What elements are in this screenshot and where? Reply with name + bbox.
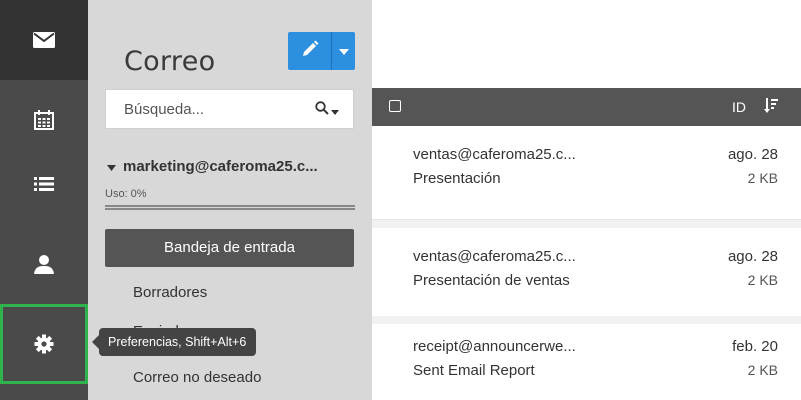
usage-bar [105,205,355,210]
preferences-nav-button[interactable] [0,304,88,384]
message-row[interactable]: receipt@announcerwe... feb. 20 Sent Emai… [372,318,801,400]
sort-descending-icon[interactable] [764,98,778,119]
page-title: Correo [124,46,216,77]
message-subject: Presentación de ventas [413,272,570,289]
calendar-icon [34,110,54,130]
message-sender: ventas@caferoma25.c... [413,146,576,163]
contacts-nav-button[interactable] [0,224,88,304]
chevron-down-icon [331,102,339,120]
usage-label: Uso: 0% [105,188,147,200]
compose-dropdown-button[interactable] [332,32,355,70]
account-header[interactable]: marketing@caferoma25.c... [105,158,355,175]
chevron-down-icon [338,42,349,60]
message-size: 2 KB [747,272,778,288]
message-date: ago. 28 [727,248,778,265]
search-options-button[interactable] [315,101,339,120]
message-subject: Sent Email Report [413,362,535,379]
user-icon [34,254,54,274]
list-icon [34,176,54,192]
compose-button-group [288,32,355,70]
message-list-header: ID [372,88,801,126]
message-date: ago. 28 [727,146,778,163]
message-row[interactable]: ventas@caferoma25.c... ago. 28 Presentac… [372,228,801,322]
message-date: feb. 20 [732,338,778,355]
envelope-icon [33,32,55,48]
message-sender: receipt@announcerwe... [413,338,576,355]
mail-nav-button[interactable] [0,0,88,80]
folder-drafts[interactable]: Borradores [105,274,354,312]
folder-inbox[interactable]: Bandeja de entrada [105,229,354,267]
account-name: marketing@caferoma25.c... [123,158,318,175]
row-divider [372,220,801,228]
tasks-nav-button[interactable] [0,144,88,224]
select-all-checkbox[interactable] [389,100,401,112]
message-subject: Presentación [413,170,501,187]
search-box [105,89,354,129]
message-size: 2 KB [747,170,778,186]
message-list: ID ventas@caferoma25.c... ago. 28 Presen… [372,0,801,400]
message-size: 2 KB [747,362,778,378]
pencil-icon [301,40,319,63]
preferences-tooltip: Preferencias, Shift+Alt+6 [91,328,257,356]
search-input[interactable] [124,100,294,118]
caret-down-icon [107,158,116,175]
compose-button[interactable] [288,32,332,70]
message-row[interactable]: ventas@caferoma25.c... ago. 28 Presentac… [372,126,801,220]
app-icon-bar [0,0,88,400]
folder-junk[interactable]: Correo no deseado [105,359,354,397]
message-sender: ventas@caferoma25.c... [413,248,576,265]
search-icon [315,101,329,120]
gear-icon [34,334,54,354]
sort-field-button[interactable]: ID [732,99,746,115]
